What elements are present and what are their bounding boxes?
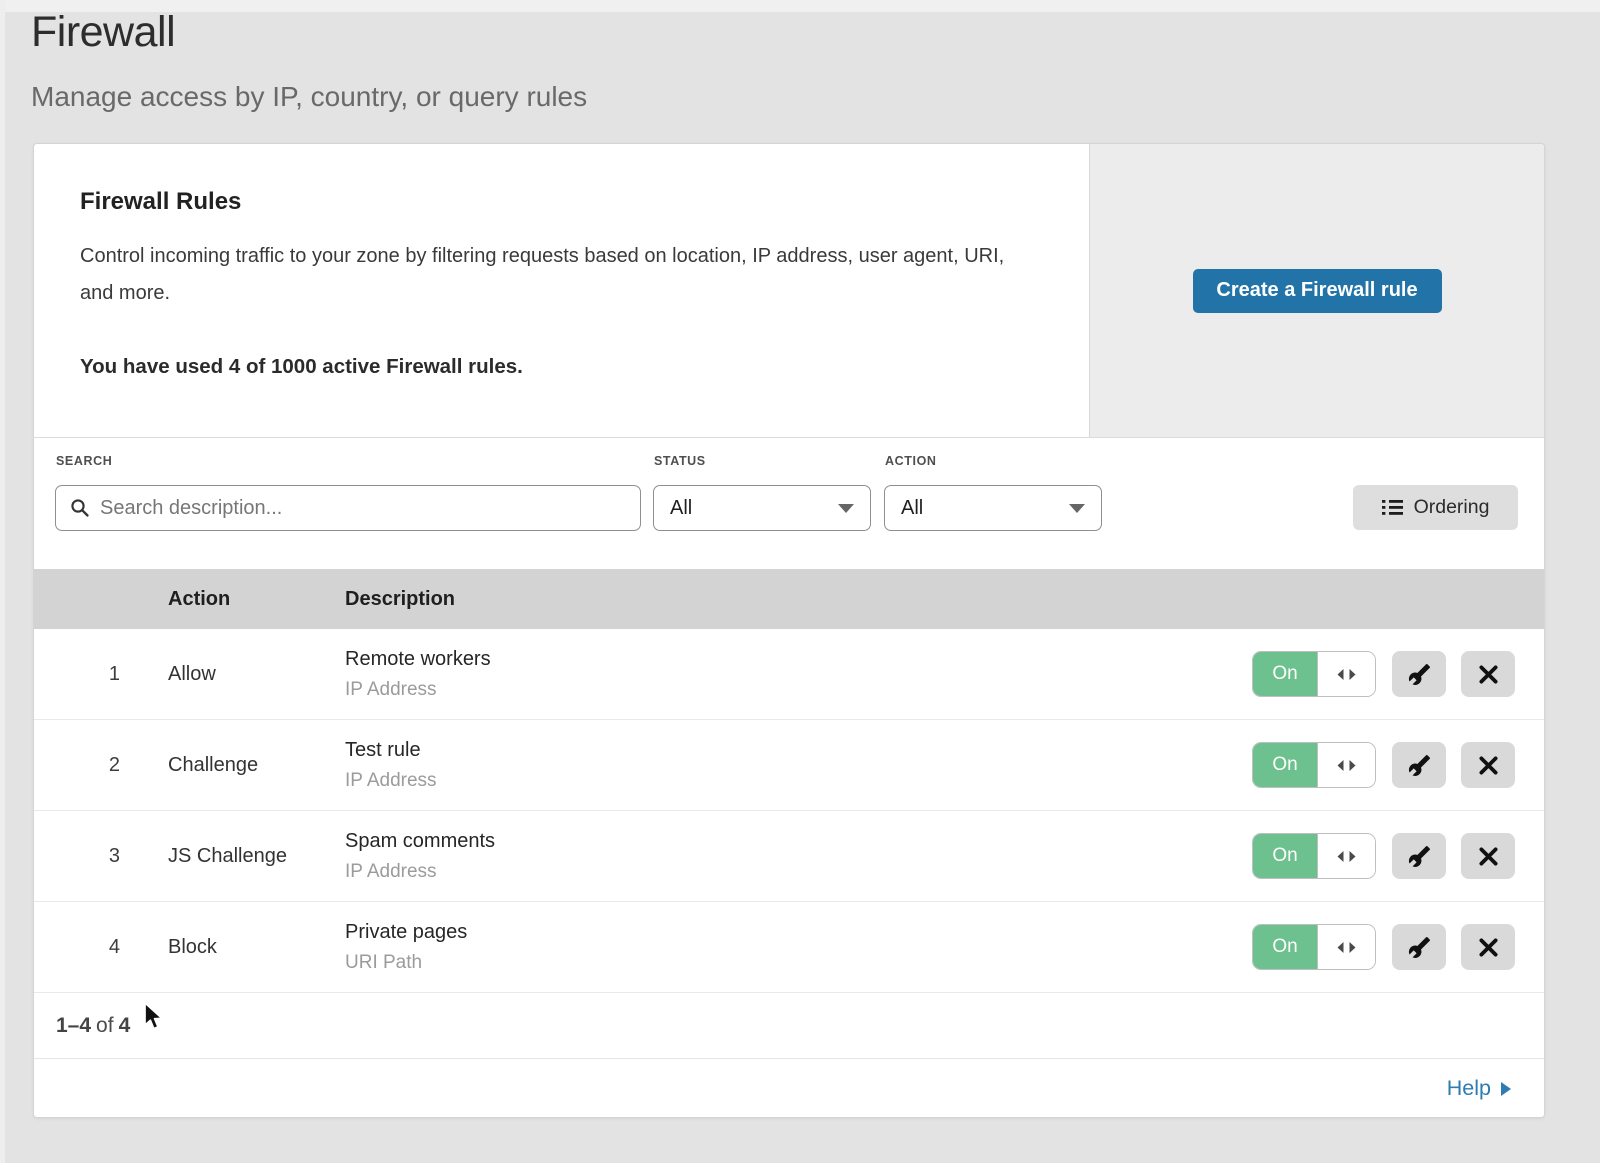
page-title: Firewall: [31, 8, 587, 57]
description-column-header: Description: [345, 588, 1544, 611]
firewall-rules-card: Firewall Rules Control incoming traffic …: [34, 144, 1544, 438]
rule-match-type: IP Address: [345, 861, 1252, 883]
rule-priority: 4: [34, 936, 168, 959]
screen-edge-left: [0, 0, 5, 1163]
table-row: 3 JS Challenge Spam comments IP Address …: [34, 811, 1544, 902]
ordered-list-icon: [1382, 499, 1403, 516]
toggle-arrows-icon[interactable]: [1317, 652, 1375, 696]
search-input[interactable]: [55, 485, 641, 531]
arrow-right-icon: [1501, 1082, 1511, 1096]
help-link[interactable]: Help: [1447, 1076, 1511, 1101]
card-heading: Firewall Rules: [80, 188, 1049, 216]
table-header: Action Description: [34, 569, 1544, 629]
action-column-header: Action: [168, 588, 345, 611]
close-icon: [1478, 755, 1499, 776]
pagination-range: 1–4: [56, 1014, 91, 1038]
help-link-label: Help: [1447, 1076, 1491, 1101]
table-row: 4 Block Private pages URI Path On: [34, 902, 1544, 993]
toggle-on-label: On: [1253, 925, 1317, 969]
ordering-button[interactable]: Ordering: [1353, 485, 1518, 530]
create-firewall-rule-button[interactable]: Create a Firewall rule: [1193, 269, 1442, 313]
action-select-value: All: [901, 497, 923, 520]
wrench-icon: [1408, 754, 1431, 777]
table-row: 1 Allow Remote workers IP Address On: [34, 629, 1544, 720]
toggle-on-label: On: [1253, 652, 1317, 696]
status-select[interactable]: All: [653, 485, 871, 531]
pagination-total: 4: [119, 1014, 131, 1038]
toggle-arrows-icon[interactable]: [1317, 834, 1375, 878]
rule-priority: 3: [34, 845, 168, 868]
status-select-value: All: [670, 497, 692, 520]
rule-enabled-toggle[interactable]: On: [1252, 742, 1376, 788]
card-description: Control incoming traffic to your zone by…: [80, 238, 1025, 312]
rules-usage-text: You have used 4 of 1000 active Firewall …: [80, 348, 1049, 385]
edit-rule-button[interactable]: [1392, 742, 1446, 788]
rule-match-type: URI Path: [345, 952, 1252, 974]
firewall-rules-info: Firewall Rules Control incoming traffic …: [34, 144, 1089, 437]
status-label: STATUS: [654, 454, 706, 468]
toggle-arrows-icon[interactable]: [1317, 743, 1375, 787]
rule-enabled-toggle[interactable]: On: [1252, 833, 1376, 879]
help-row: Help: [34, 1059, 1544, 1118]
rule-description: Test rule: [345, 739, 1252, 762]
wrench-icon: [1408, 663, 1431, 686]
page-subtitle: Manage access by IP, country, or query r…: [31, 81, 587, 113]
page-header: Firewall Manage access by IP, country, o…: [31, 8, 587, 113]
chevron-down-icon: [1069, 504, 1085, 513]
delete-rule-button[interactable]: [1461, 924, 1515, 970]
delete-rule-button[interactable]: [1461, 651, 1515, 697]
edit-rule-button[interactable]: [1392, 833, 1446, 879]
action-select[interactable]: All: [884, 485, 1102, 531]
rule-description: Private pages: [345, 921, 1252, 944]
chevron-down-icon: [838, 504, 854, 513]
delete-rule-button[interactable]: [1461, 742, 1515, 788]
filters-bar: SEARCH STATUS All ACTION All: [34, 438, 1544, 569]
table-row: 2 Challenge Test rule IP Address On: [34, 720, 1544, 811]
toggle-on-label: On: [1253, 743, 1317, 787]
rule-match-type: IP Address: [345, 770, 1252, 792]
rule-enabled-toggle[interactable]: On: [1252, 924, 1376, 970]
close-icon: [1478, 664, 1499, 685]
edit-rule-button[interactable]: [1392, 651, 1446, 697]
search-field-wrap: [55, 485, 641, 531]
wrench-icon: [1408, 845, 1431, 868]
ordering-button-label: Ordering: [1414, 496, 1490, 519]
close-icon: [1478, 937, 1499, 958]
pagination-of: of: [96, 1014, 114, 1038]
delete-rule-button[interactable]: [1461, 833, 1515, 879]
rule-priority: 1: [34, 663, 168, 686]
toggle-arrows-icon[interactable]: [1317, 925, 1375, 969]
pagination: 1–4 of 4: [34, 993, 1544, 1059]
rule-priority: 2: [34, 754, 168, 777]
edit-rule-button[interactable]: [1392, 924, 1446, 970]
rule-description: Remote workers: [345, 648, 1252, 671]
action-label: ACTION: [885, 454, 937, 468]
create-rule-area: Create a Firewall rule: [1089, 144, 1544, 437]
rule-action: Challenge: [168, 754, 345, 777]
rule-action: JS Challenge: [168, 845, 345, 868]
toggle-on-label: On: [1253, 834, 1317, 878]
close-icon: [1478, 846, 1499, 867]
rule-action: Block: [168, 936, 345, 959]
rule-action: Allow: [168, 663, 345, 686]
search-label: SEARCH: [56, 454, 112, 468]
rule-description: Spam comments: [345, 830, 1252, 853]
firewall-panel: Firewall Rules Control incoming traffic …: [33, 143, 1545, 1118]
rule-enabled-toggle[interactable]: On: [1252, 651, 1376, 697]
wrench-icon: [1408, 936, 1431, 959]
search-icon: [70, 498, 90, 518]
rule-match-type: IP Address: [345, 679, 1252, 701]
